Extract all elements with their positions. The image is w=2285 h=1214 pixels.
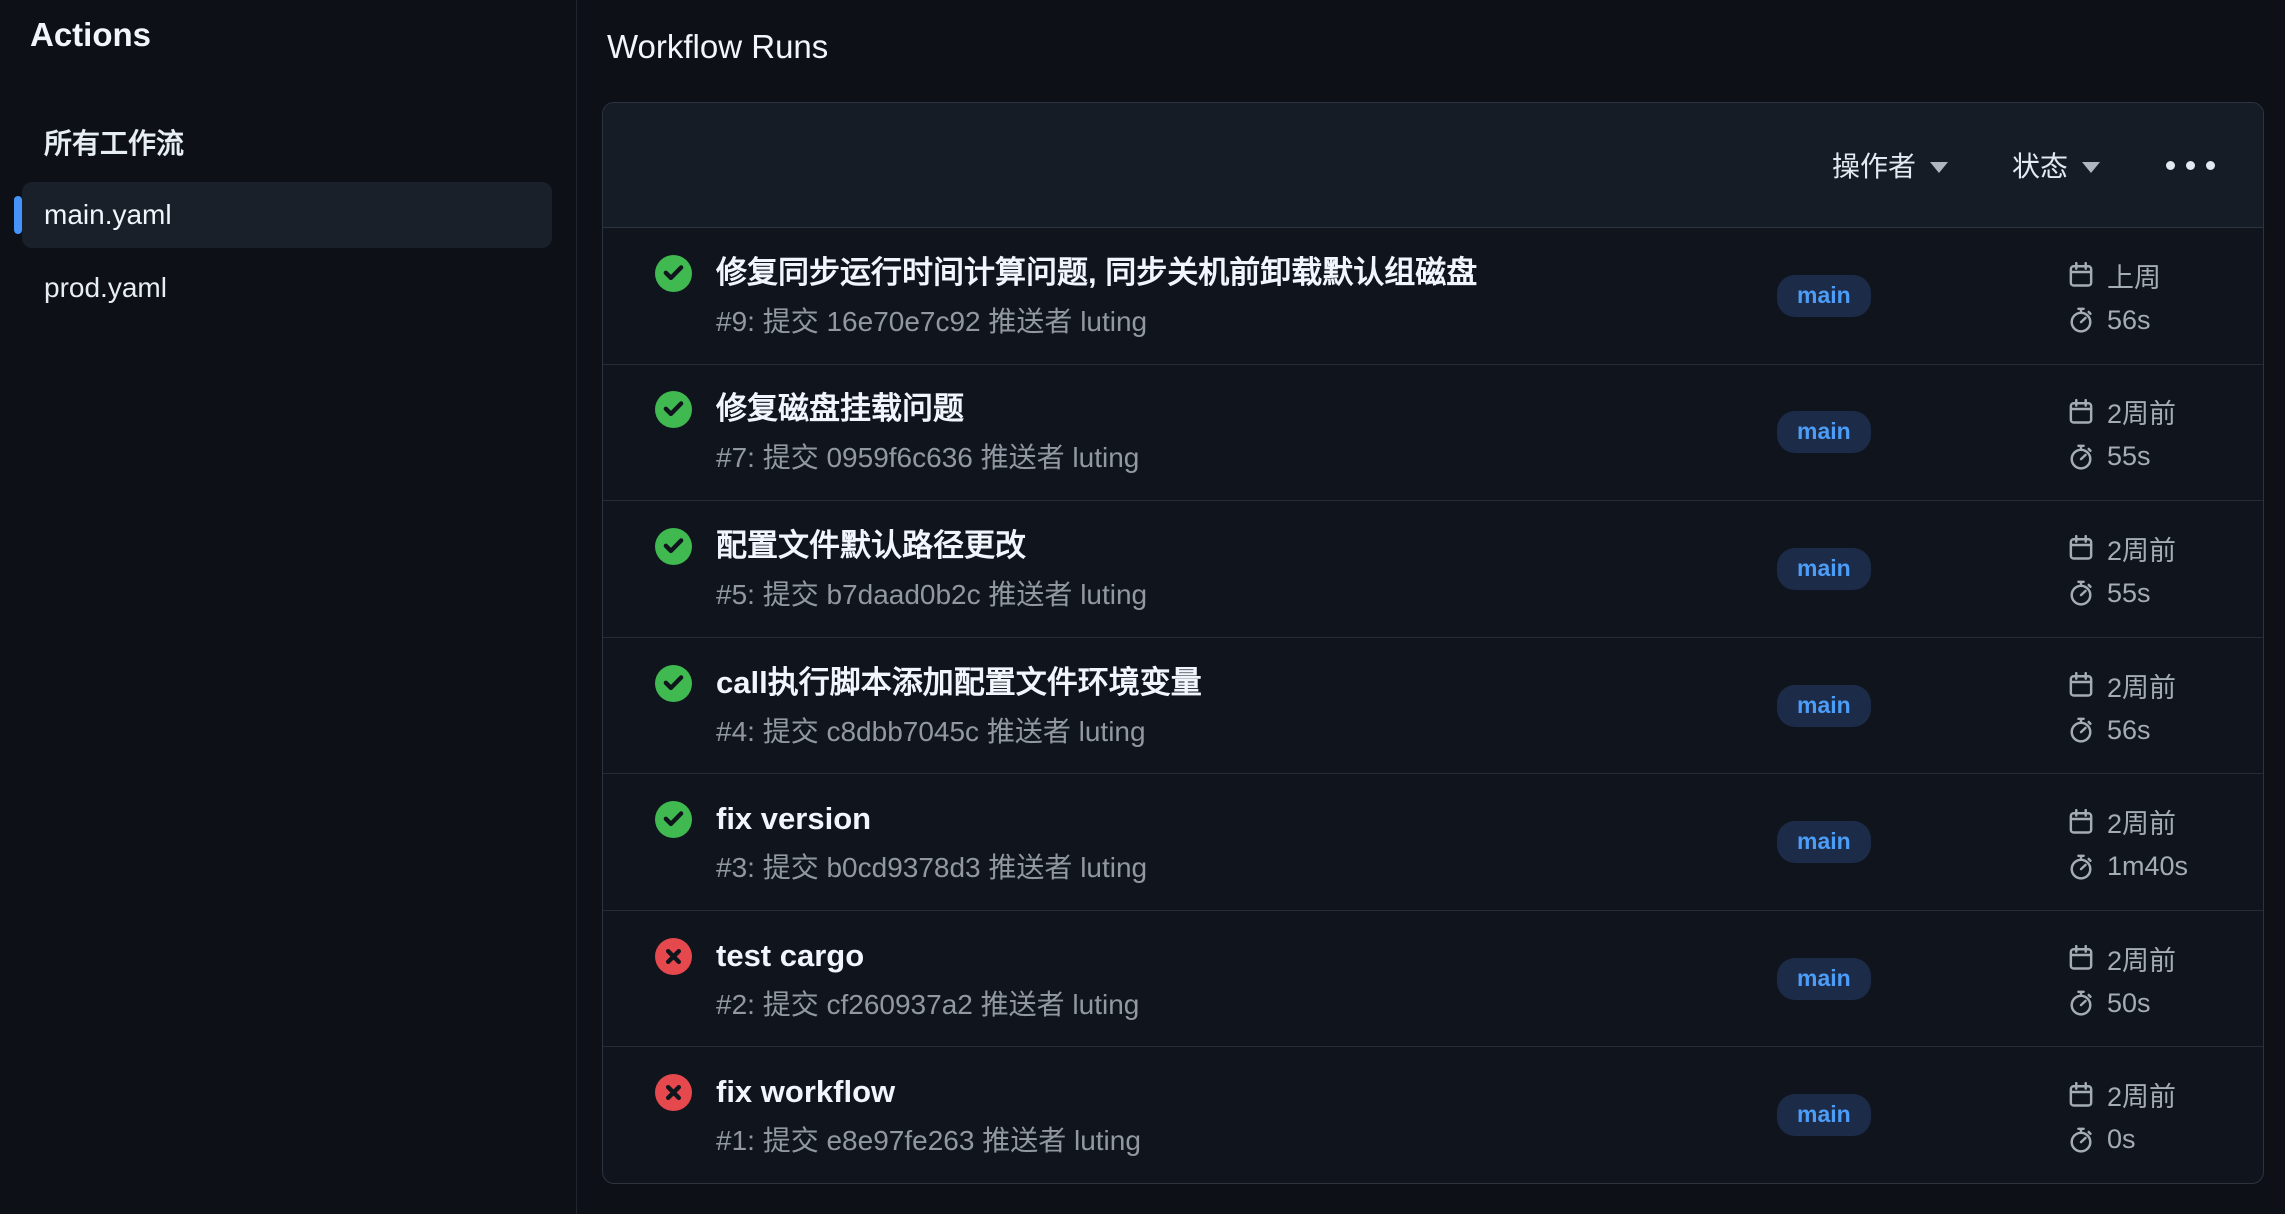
sidebar-item-all-workflows[interactable]: 所有工作流 xyxy=(22,112,552,172)
status-filter-label: 状态 xyxy=(2012,145,2068,185)
workflow-run-row[interactable]: 配置文件默认路径更改 #5: 提交 b7daad0b2c 推送者 luting … xyxy=(603,500,2263,637)
run-date: 2周前 xyxy=(2107,939,2176,978)
run-duration: 55s xyxy=(2107,578,2151,609)
calendar-icon xyxy=(2067,1081,2095,1109)
success-check-icon xyxy=(655,801,692,838)
run-duration: 56s xyxy=(2107,715,2151,746)
run-title-link[interactable]: fix workflow xyxy=(716,1072,1141,1112)
sidebar-item-label: main.yaml xyxy=(44,199,172,231)
sidebar-item-main-yaml[interactable]: main.yaml xyxy=(22,182,552,248)
run-duration: 50s xyxy=(2107,988,2151,1019)
sidebar-item-label: 所有工作流 xyxy=(44,122,184,162)
chevron-down-icon xyxy=(1930,162,1948,173)
run-commit-meta: #1: 提交 e8e97fe263 推送者 luting xyxy=(716,1124,1141,1158)
branch-badge[interactable]: main xyxy=(1777,548,1871,590)
failure-x-icon xyxy=(655,1074,692,1111)
success-check-icon xyxy=(655,665,692,702)
sidebar-item-label: prod.yaml xyxy=(44,272,167,304)
run-commit-meta: #4: 提交 c8dbb7045c 推送者 luting xyxy=(716,715,1202,749)
workflow-run-row[interactable]: fix version #3: 提交 b0cd9378d3 推送者 luting… xyxy=(603,773,2263,910)
run-title-link[interactable]: fix version xyxy=(716,799,1147,839)
workflow-run-row[interactable]: 修复同步运行时间计算问题, 同步关机前卸载默认组磁盘 #9: 提交 16e70e… xyxy=(603,228,2263,364)
workflow-run-row[interactable]: fix workflow #1: 提交 e8e97fe263 推送者 lutin… xyxy=(603,1046,2263,1183)
more-options-button[interactable] xyxy=(2164,155,2217,176)
stopwatch-icon xyxy=(2067,443,2095,471)
success-check-icon xyxy=(655,255,692,292)
branch-badge[interactable]: main xyxy=(1777,821,1871,863)
run-duration: 56s xyxy=(2107,305,2151,336)
branch-badge[interactable]: main xyxy=(1777,275,1871,317)
stopwatch-icon xyxy=(2067,579,2095,607)
workflow-run-row[interactable]: call执行脚本添加配置文件环境变量 #4: 提交 c8dbb7045c 推送者… xyxy=(603,637,2263,774)
page-title: Workflow Runs xyxy=(607,28,828,66)
runs-filter-bar: 操作者 状态 xyxy=(603,103,2263,228)
run-title-link[interactable]: call执行脚本添加配置文件环境变量 xyxy=(716,663,1202,703)
workflow-run-row[interactable]: test cargo #2: 提交 cf260937a2 推送者 luting … xyxy=(603,910,2263,1047)
run-commit-meta: #7: 提交 0959f6c636 推送者 luting xyxy=(716,441,1139,475)
sidebar-title: Actions xyxy=(30,16,151,54)
run-date: 上周 xyxy=(2107,256,2161,295)
run-duration: 55s xyxy=(2107,441,2151,472)
stopwatch-icon xyxy=(2067,716,2095,744)
chevron-down-icon xyxy=(2082,162,2100,173)
run-title-link[interactable]: 修复同步运行时间计算问题, 同步关机前卸载默认组磁盘 xyxy=(716,253,1477,293)
branch-badge[interactable]: main xyxy=(1777,958,1871,1000)
calendar-icon xyxy=(2067,671,2095,699)
run-title-link[interactable]: 配置文件默认路径更改 xyxy=(716,526,1147,566)
branch-badge[interactable]: main xyxy=(1777,1094,1871,1136)
calendar-icon xyxy=(2067,534,2095,562)
run-date: 2周前 xyxy=(2107,802,2176,841)
run-date: 2周前 xyxy=(2107,529,2176,568)
success-check-icon xyxy=(655,528,692,565)
calendar-icon xyxy=(2067,944,2095,972)
workflow-run-row[interactable]: 修复磁盘挂载问题 #7: 提交 0959f6c636 推送者 luting ma… xyxy=(603,364,2263,501)
run-date: 2周前 xyxy=(2107,666,2176,705)
stopwatch-icon xyxy=(2067,853,2095,881)
selected-indicator-bar xyxy=(14,196,22,234)
workflow-runs-section: Workflow Runs 操作者 状态 xyxy=(578,0,2285,1214)
kebab-icon xyxy=(2166,161,2175,170)
actions-sidebar: Actions 所有工作流 main.yaml prod.yaml xyxy=(0,0,577,1214)
calendar-icon xyxy=(2067,398,2095,426)
run-commit-meta: #2: 提交 cf260937a2 推送者 luting xyxy=(716,988,1139,1022)
stopwatch-icon xyxy=(2067,1126,2095,1154)
actor-filter-button[interactable]: 操作者 xyxy=(1832,145,1948,185)
run-commit-meta: #9: 提交 16e70e7c92 推送者 luting xyxy=(716,305,1477,339)
run-commit-meta: #5: 提交 b7daad0b2c 推送者 luting xyxy=(716,578,1147,612)
failure-x-icon xyxy=(655,938,692,975)
run-title-link[interactable]: 修复磁盘挂载问题 xyxy=(716,389,1139,429)
workflow-runs-panel: 操作者 状态 xyxy=(602,102,2264,1184)
status-filter-button[interactable]: 状态 xyxy=(2012,145,2100,185)
run-commit-meta: #3: 提交 b0cd9378d3 推送者 luting xyxy=(716,851,1147,885)
sidebar-item-prod-yaml[interactable]: prod.yaml xyxy=(22,258,552,318)
branch-badge[interactable]: main xyxy=(1777,685,1871,727)
actor-filter-label: 操作者 xyxy=(1832,145,1916,185)
run-date: 2周前 xyxy=(2107,1075,2176,1114)
run-duration: 1m40s xyxy=(2107,851,2188,882)
branch-badge[interactable]: main xyxy=(1777,411,1871,453)
calendar-icon xyxy=(2067,261,2095,289)
run-duration: 0s xyxy=(2107,1124,2136,1155)
run-title-link[interactable]: test cargo xyxy=(716,936,1139,976)
run-date: 2周前 xyxy=(2107,392,2176,431)
stopwatch-icon xyxy=(2067,989,2095,1017)
calendar-icon xyxy=(2067,808,2095,836)
success-check-icon xyxy=(655,391,692,428)
workflow-runs-list: 修复同步运行时间计算问题, 同步关机前卸载默认组磁盘 #9: 提交 16e70e… xyxy=(603,228,2263,1183)
stopwatch-icon xyxy=(2067,306,2095,334)
